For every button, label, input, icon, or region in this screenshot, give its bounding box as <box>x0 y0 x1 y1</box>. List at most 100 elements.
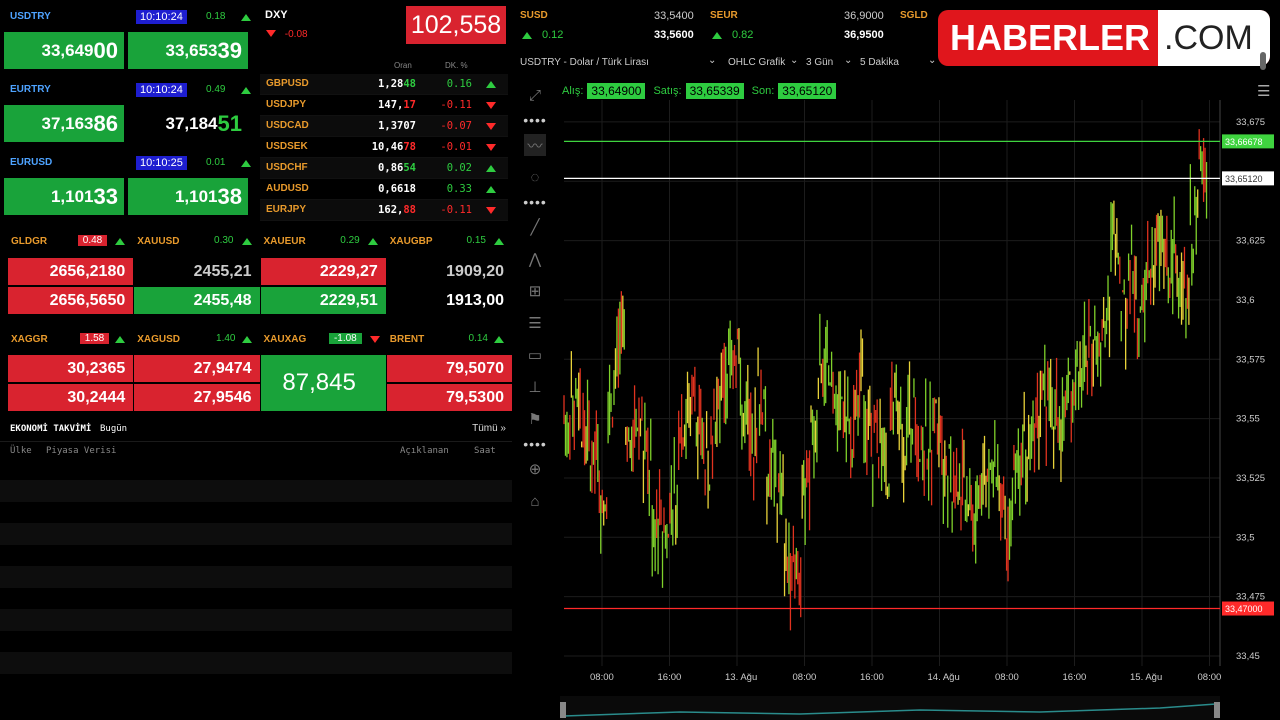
ask-price[interactable]: 1,101 38 <box>128 178 248 215</box>
metal-ask[interactable]: 2229,51 <box>260 287 386 314</box>
fx-tile-usdtry[interactable]: USDTRY 10:10:24 0.18 33,649 00 33,653 39 <box>4 8 254 74</box>
fullscreen-icon[interactable]: ⤢ <box>524 84 546 106</box>
x-tick-label: 16:00 <box>1063 672 1087 683</box>
calendar-all-link[interactable]: Tümü » <box>472 423 506 434</box>
symbol-select[interactable]: USDTRY - Dolar / Türk Lirası <box>520 57 649 68</box>
metals-row1: GLDGR 0.48 2656,2180 2656,5650 XAUUSD 0.30 245… <box>0 232 512 318</box>
calendar-row[interactable] <box>0 523 512 545</box>
quote-row-usdsek[interactable]: USDSEK 10,4678 -0.01 <box>260 137 508 158</box>
metal-tile-xauxag[interactable]: XAUXAG -1.08 87,845 <box>260 330 386 411</box>
quote-row-gbpusd[interactable]: GBPUSD 1,2848 0.16 <box>260 74 508 95</box>
quote-name: AUDUSD <box>266 183 309 194</box>
chevron-down-icon[interactable]: ⌄ <box>708 55 716 66</box>
metal-bid[interactable]: 2656,2180 <box>8 258 134 285</box>
calendar-row[interactable] <box>0 566 512 588</box>
quote-rate-pips: 54 <box>403 162 416 174</box>
fx-tile-eurusd[interactable]: EURUSD 10:10:25 0.01 1,101 33 1,101 38 <box>4 154 254 220</box>
y-tick-label: 33,675 <box>1236 117 1265 128</box>
calendar-row[interactable] <box>0 609 512 631</box>
metal-tile-gldgr[interactable]: GLDGR 0.48 2656,2180 2656,5650 <box>8 232 134 314</box>
price-level-label: 33,66678 <box>1225 137 1263 147</box>
metal-tile-xaggr[interactable]: XAGGR 1.58 30,2365 30,2444 <box>8 330 134 411</box>
bid-price[interactable]: 37,163 86 <box>4 105 124 142</box>
metal-ask[interactable]: 27,9546 <box>134 384 260 411</box>
ask-price[interactable]: 33,653 39 <box>128 32 248 69</box>
quote-row-audusd[interactable]: AUDUSD 0,6618 0.33 <box>260 179 508 200</box>
top-quote-sgld[interactable]: SGLD <box>894 4 934 48</box>
metal-tile-xauusd[interactable]: XAUUSD 0.30 2455,21 2455,48 <box>134 232 260 314</box>
metal-ask[interactable]: 1913,00 <box>386 287 512 314</box>
pitchfork-icon[interactable]: ⋀ <box>524 248 546 270</box>
metal-tile-xagusd[interactable]: XAGUSD 1.40 27,9474 27,9546 <box>134 330 260 411</box>
metal-bid[interactable]: 79,5070 <box>386 355 512 382</box>
fibonacci-icon[interactable]: ☰ <box>524 312 546 334</box>
chevron-down-icon[interactable]: ⌄ <box>790 55 798 66</box>
chevron-down-icon[interactable]: ⌄ <box>928 55 936 66</box>
drawing-toolbar: ⤢ •••• 〰 ◌ •••• ╱ ⋀ ⊞ ☰ ▭ ⊥ ⚑ •••• ⊕ ⌂ <box>522 84 548 604</box>
chevron-down-icon[interactable]: ⌄ <box>844 55 852 66</box>
quote-rate-main: 162, <box>378 204 404 216</box>
calendar-row[interactable] <box>0 480 512 502</box>
folder-icon[interactable]: ⌂ <box>524 490 546 512</box>
quote-change: -0.01 <box>440 141 472 153</box>
calendar-row[interactable] <box>0 652 512 674</box>
flag-icon[interactable]: ⚑ <box>524 408 546 430</box>
navigator <box>560 696 1220 720</box>
metal-ask[interactable]: 2656,5650 <box>8 287 134 314</box>
metal-tile-xaueur[interactable]: XAUEUR 0.29 2229,27 2229,51 <box>260 232 386 314</box>
measure-icon[interactable]: ⊥ <box>524 376 546 398</box>
price-chart[interactable]: 33,67533,6533,62533,633,57533,5533,52533… <box>560 100 1280 720</box>
crosshair-grid-icon[interactable]: ⊞ <box>524 280 546 302</box>
metal-tile-xaugbp[interactable]: XAUGBP 0.15 1909,20 1913,00 <box>386 232 512 314</box>
quote-row-usdchf[interactable]: USDCHF 0,8654 0.02 <box>260 158 508 179</box>
range-select[interactable]: 3 Gün <box>806 57 833 68</box>
trendline-icon[interactable]: ╱ <box>524 216 546 238</box>
up-arrow-icon <box>367 238 378 245</box>
metal-tile-brent[interactable]: BRENT 0.14 79,5070 79,5300 <box>386 330 512 411</box>
calendar-sub[interactable]: Bugün <box>100 424 127 434</box>
separator: •••• <box>523 112 547 128</box>
hamburger-menu-icon[interactable]: ☰ <box>1257 82 1270 100</box>
metal-ask[interactable]: 30,2444 <box>8 384 134 411</box>
fx-tile-eurtry[interactable]: EURTRY 10:10:24 0.49 37,163 86 37,184 51 <box>4 81 254 147</box>
metals-row2: XAGGR 1.58 30,2365 30,2444 XAGUSD 1.40 27,9474… <box>0 330 512 414</box>
quote-rate-pips: 17 <box>403 99 416 111</box>
up-arrow-icon <box>486 81 496 88</box>
interval-select[interactable]: 5 Dakika <box>860 57 899 68</box>
metal-change: 1.40 <box>216 333 236 344</box>
metal-bid[interactable]: 2455,21 <box>134 258 260 285</box>
metal-ask[interactable]: 79,5300 <box>386 384 512 411</box>
dxy-value: 102,558 <box>406 6 506 44</box>
metal-change: 0.14 <box>468 333 488 344</box>
dxy-change: -0.08 <box>266 29 308 40</box>
bid-price-pips: 33 <box>93 183 118 209</box>
top-quote-change: 0.12 <box>542 29 564 41</box>
bid-price[interactable]: 1,101 33 <box>4 178 124 215</box>
top-quote-seur[interactable]: SEUR 0.82 36,9000 36,9500 <box>704 4 894 48</box>
scrollbar-handle[interactable] <box>1260 52 1266 70</box>
cursor-tool-icon[interactable]: 〰 <box>524 134 546 156</box>
quote-change: -0.07 <box>440 120 472 132</box>
quote-row-usdcad[interactable]: USDCAD 1,3707 -0.07 <box>260 116 508 137</box>
metal-bid[interactable]: 2229,27 <box>260 258 386 285</box>
calendar-col-announced: Açıklanan <box>400 446 449 456</box>
quote-row-usdjpy[interactable]: USDJPY 147,17 -0.11 <box>260 95 508 116</box>
ask-price[interactable]: 37,184 51 <box>128 105 248 142</box>
metal-ask[interactable]: 2455,48 <box>134 287 260 314</box>
quote-row-eurjpy[interactable]: EURJPY 162,88 -0.11 <box>260 200 508 221</box>
chart-type-select[interactable]: OHLC Grafik <box>728 57 785 68</box>
metal-value[interactable]: 87,845 <box>260 355 386 411</box>
metal-bid[interactable]: 27,9474 <box>134 355 260 382</box>
metal-bid[interactable]: 30,2365 <box>8 355 134 382</box>
eye-hide-icon[interactable]: ◌ <box>524 166 546 188</box>
bid-price[interactable]: 33,649 00 <box>4 32 124 69</box>
metal-bid[interactable]: 1909,20 <box>386 258 512 285</box>
zoom-icon[interactable]: ⊕ <box>524 458 546 480</box>
metal-name: GLDGR <box>11 236 48 247</box>
quote-rate-main: 0,6618 <box>378 183 416 195</box>
top-quote-susd[interactable]: SUSD 0.12 33,5400 33,5600 <box>514 4 704 48</box>
fx-time: 10:10:24 <box>136 10 187 24</box>
top-quotes: SUSD 0.12 33,5400 33,5600 SEUR 0.82 36,9000 36,… <box>514 4 944 48</box>
text-tool-icon[interactable]: ▭ <box>524 344 546 366</box>
up-arrow-icon <box>241 238 252 245</box>
